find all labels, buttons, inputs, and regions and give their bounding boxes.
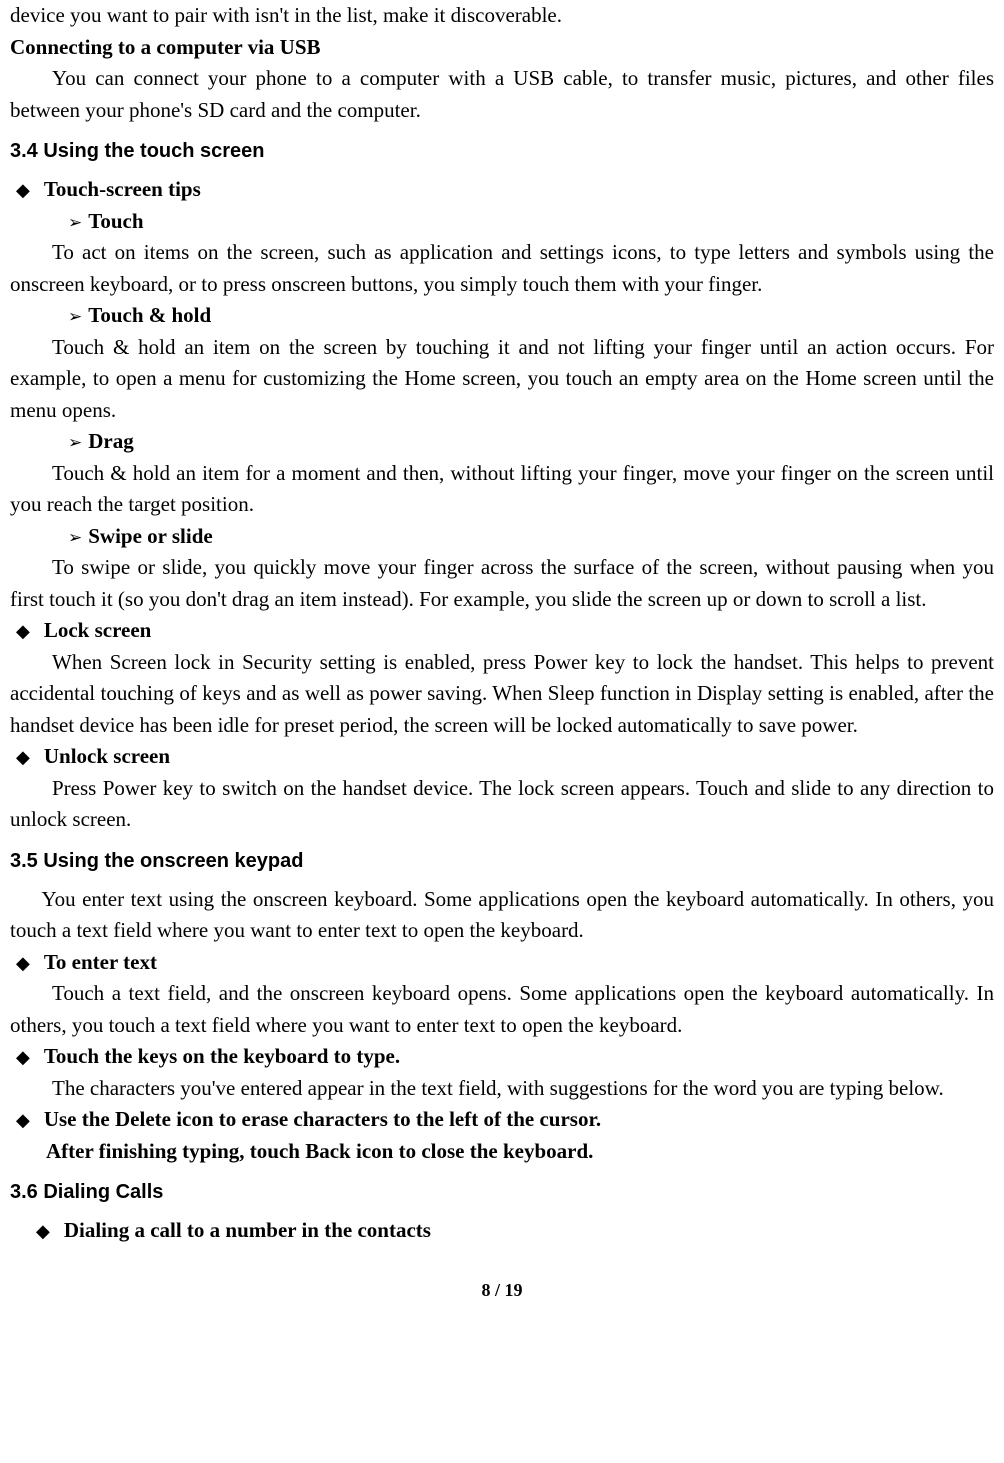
diamond-icon: ◆ [16,177,30,204]
paragraph-touch-body: To act on items on the screen, such as a… [10,237,994,300]
label-after-finishing: After finishing typing, touch Back icon … [46,1136,994,1168]
label-lock-screen: Lock screen [44,615,152,647]
arrow-icon: ➢ [68,525,82,551]
diamond-icon: ◆ [16,1107,30,1134]
section-heading-3-6: 3.6 Dialing Calls [10,1177,994,1207]
label-to-enter-text: To enter text [44,947,157,979]
paragraph-enter-text-body: Touch a text field, and the onscreen key… [10,978,994,1041]
item-touch-hold: ➢ Touch & hold [68,300,994,332]
paragraph-keypad-intro: You enter text using the onscreen keyboa… [10,884,994,947]
arrow-icon: ➢ [68,304,82,330]
paragraph-touch-hold-body: Touch & hold an item on the screen by to… [10,332,994,427]
item-lock-screen: ◆ Lock screen [16,615,994,647]
item-to-enter-text: ◆ To enter text [16,947,994,979]
label-touch: Touch [88,206,143,238]
label-dialing-contacts: Dialing a call to a number in the contac… [64,1215,431,1247]
diamond-icon: ◆ [16,744,30,771]
item-unlock-screen: ◆ Unlock screen [16,741,994,773]
page-footer: 8 / 19 [10,1277,994,1304]
item-delete-icon: ◆ Use the Delete icon to erase character… [16,1104,994,1136]
diamond-icon: ◆ [16,1044,30,1071]
item-touch-keys: ◆ Touch the keys on the keyboard to type… [16,1041,994,1073]
paragraph-lock-body: When Screen lock in Security setting is … [10,647,994,742]
item-dialing-contacts: ◆ Dialing a call to a number in the cont… [36,1215,994,1247]
label-delete-icon: Use the Delete icon to erase characters … [44,1104,601,1136]
label-unlock-screen: Unlock screen [44,741,170,773]
document-body: device you want to pair with isn't in th… [10,0,994,1304]
page-total: 19 [505,1280,523,1300]
item-drag: ➢ Drag [68,426,994,458]
diamond-icon: ◆ [16,618,30,645]
paragraph-unlock-body: Press Power key to switch on the handset… [10,773,994,836]
section-heading-3-4: 3.4 Using the touch screen [10,136,994,166]
label-touch-screen-tips: Touch-screen tips [44,174,201,206]
paragraph-device-list: device you want to pair with isn't in th… [10,0,994,32]
paragraph-swipe-body: To swipe or slide, you quickly move your… [10,552,994,615]
label-touch-keys: Touch the keys on the keyboard to type. [44,1041,400,1073]
heading-usb: Connecting to a computer via USB [10,32,994,64]
label-swipe: Swipe or slide [88,521,212,553]
arrow-icon: ➢ [68,210,82,236]
label-touch-hold: Touch & hold [88,300,211,332]
arrow-icon: ➢ [68,430,82,456]
section-heading-3-5: 3.5 Using the onscreen keypad [10,846,994,876]
diamond-icon: ◆ [36,1218,50,1245]
paragraph-usb-body: You can connect your phone to a computer… [10,63,994,126]
paragraph-drag-body: Touch & hold an item for a moment and th… [10,458,994,521]
item-swipe: ➢ Swipe or slide [68,521,994,553]
label-drag: Drag [88,426,134,458]
page-separator: / [490,1280,504,1300]
item-touch: ➢ Touch [68,206,994,238]
item-touch-screen-tips: ◆ Touch-screen tips [16,174,994,206]
diamond-icon: ◆ [16,950,30,977]
paragraph-touch-keys-body: The characters you've entered appear in … [10,1073,994,1105]
